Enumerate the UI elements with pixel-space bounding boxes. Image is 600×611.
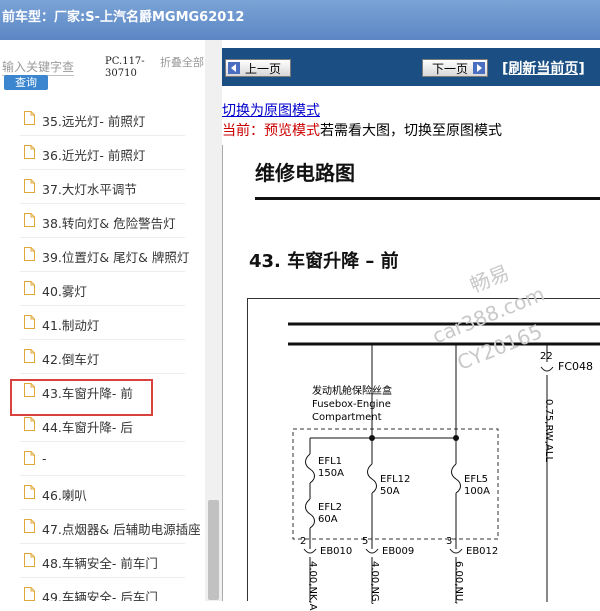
- search-input[interactable]: [2, 58, 74, 76]
- sidebar-item[interactable]: 48.车辆安全- 前车门: [0, 544, 205, 578]
- sidebar: 查询 PC.117-30710 折叠全部 35.远光灯- 前照灯 36.近光灯-…: [0, 40, 222, 601]
- document-icon: [24, 179, 35, 193]
- document-icon: [24, 553, 35, 567]
- pin-connector-id: EB012: [466, 546, 499, 557]
- sidebar-item[interactable]: 46.喇叭: [0, 476, 205, 510]
- pin-wire-label: 6.00,NU,: [453, 561, 464, 605]
- sidebar-item-label: 38.转向灯& 危险警告灯: [42, 216, 176, 231]
- fuse-name: EFL5: [464, 474, 489, 485]
- fusebox-label-en2: Compartment: [312, 412, 382, 423]
- next-page-button[interactable]: 下一页: [422, 59, 488, 77]
- document-icon: [24, 519, 35, 533]
- sidebar-item-label: 36.近光灯- 前照灯: [42, 148, 146, 163]
- sidebar-item[interactable]: 41.制动灯: [0, 306, 205, 340]
- sidebar-item[interactable]: 40.雾灯: [0, 272, 205, 306]
- fusebox-label: 发动机舱保险丝盒 Fusebox-Engine Compartment: [312, 385, 392, 424]
- fuse-rating: 50A: [380, 486, 400, 497]
- next-page-label: 下一页: [432, 62, 469, 76]
- pin-label: 3: [446, 536, 453, 547]
- sidebar-item[interactable]: 49.车辆安全- 后车门: [0, 578, 205, 601]
- fuse-efl12: EFL12 50A: [380, 474, 410, 498]
- prev-page-button[interactable]: 上一页: [225, 59, 291, 77]
- mode-hint: 若需看大图，切换至原图模式: [320, 123, 502, 139]
- sidebar-item[interactable]: 36.近光灯- 前照灯: [0, 136, 205, 170]
- sidebar-item-label: 40.雾灯: [42, 284, 87, 299]
- document-icon: [24, 587, 35, 601]
- sidebar-item-label: 39.位置灯& 尾灯& 牌照灯: [42, 250, 190, 265]
- sidebar-item-label: 35.远光灯- 前照灯: [42, 114, 146, 129]
- top-wire-label: 0.75,RW,ALL: [543, 399, 554, 463]
- fuse-rating: 60A: [318, 514, 338, 525]
- window-titlebar: 前车型：厂家:S-上汽名爵MGMG62012: [0, 0, 600, 40]
- fuse-efl2: EFL2 60A: [318, 502, 342, 526]
- fuse-rating: 100A: [464, 486, 490, 497]
- pin-wire-label: 4.00,NK,A: [307, 561, 318, 611]
- document-icon: [24, 247, 35, 261]
- sidebar-item[interactable]: 38.转向灯& 危险警告灯: [0, 204, 205, 238]
- fuse-rating: 150A: [318, 468, 344, 479]
- sidebar-item[interactable]: 42.倒车灯: [0, 340, 205, 374]
- pc-code: PC.117-30710: [105, 56, 145, 79]
- refresh-link[interactable]: [刷新当前页]: [502, 58, 585, 78]
- sidebar-header: 查询 PC.117-30710 折叠全部: [0, 40, 222, 102]
- fuse-efl1: EFL1 150A: [318, 456, 344, 480]
- document-icon: [24, 281, 35, 295]
- fusebox-label-en1: Fusebox-Engine: [312, 399, 391, 410]
- document-icon: [24, 145, 35, 159]
- sidebar-item-label: -: [42, 451, 47, 466]
- sidebar-scrollbar[interactable]: [205, 40, 222, 601]
- selection-highlight: [10, 379, 153, 416]
- document-icon: [24, 349, 35, 363]
- doc-title: 维修电路图: [255, 161, 355, 185]
- sidebar-item[interactable]: -: [0, 442, 205, 476]
- section-title: 43. 车窗升降 – 前: [249, 251, 399, 272]
- sidebar-item-label: 47.点烟器& 后辅助电源插座: [42, 522, 201, 537]
- document-icon: [24, 213, 35, 227]
- fuse-efl5: EFL5 100A: [464, 474, 490, 498]
- arrow-right-icon: [473, 62, 485, 74]
- fuse-name: EFL1: [318, 456, 343, 467]
- sidebar-item-label: 49.车辆安全- 后车门: [42, 590, 158, 601]
- top-pin: 22: [540, 351, 553, 362]
- document-icon: [24, 111, 35, 125]
- sidebar-item-label: 42.倒车灯: [42, 352, 100, 367]
- page-toolbar: 上一页 下一页 [刷新当前页]: [222, 48, 600, 86]
- pin-connector-id: EB010: [320, 546, 353, 557]
- pin-wire-label: 4.00,NG,: [369, 561, 380, 605]
- document-icon: [24, 485, 35, 499]
- mode-prefix: 当前：预览模式: [222, 123, 320, 139]
- sidebar-item-label: 48.车辆安全- 前车门: [42, 556, 158, 571]
- scrollbar-thumb[interactable]: [208, 500, 219, 600]
- sidebar-item-label: 44.车窗升降- 后: [42, 420, 133, 435]
- fusebox-label-cn: 发动机舱保险丝盒: [312, 386, 392, 397]
- mode-status: 当前：预览模式若需看大图，切换至原图模式: [222, 120, 502, 140]
- doc-title-rule: [255, 197, 600, 200]
- pin-label: 5: [362, 536, 369, 547]
- watermark-cn: 畅易: [466, 260, 513, 298]
- query-button[interactable]: 查询: [4, 75, 48, 90]
- sidebar-item[interactable]: 37.大灯水平调节: [0, 170, 205, 204]
- sidebar-item[interactable]: 47.点烟器& 后辅助电源插座: [0, 510, 205, 544]
- sidebar-item[interactable]: 35.远光灯- 前照灯: [0, 102, 205, 136]
- sidebar-item-label: 46.喇叭: [42, 488, 87, 503]
- fold-all-button[interactable]: 折叠全部: [160, 56, 204, 69]
- pin-label: 2: [300, 536, 307, 547]
- fuse-name: EFL12: [380, 474, 411, 485]
- document-page: 维修电路图 43. 车窗升降 – 前 22 FC048 0.75,RW,ALL …: [222, 145, 600, 611]
- top-connector-id: FC048: [558, 360, 594, 373]
- wiring-diagram: 22 FC048 0.75,RW,ALL 发动机舱保险丝盒 Fusebox-En…: [247, 298, 600, 611]
- fuse-name: EFL2: [318, 502, 343, 513]
- window-title: 前车型：厂家:S-上汽名爵MGMG62012: [2, 10, 245, 25]
- sidebar-item[interactable]: 39.位置灯& 尾灯& 牌照灯: [0, 238, 205, 272]
- arrow-left-icon: [228, 62, 240, 74]
- sidebar-item-label: 41.制动灯: [42, 318, 100, 333]
- sidebar-item-label: 37.大灯水平调节: [42, 182, 137, 197]
- document-icon: [24, 315, 35, 329]
- prev-page-label: 上一页: [245, 62, 282, 76]
- document-icon: [24, 451, 35, 465]
- switch-original-link[interactable]: 切换为原图模式: [222, 100, 320, 120]
- document-icon: [24, 417, 35, 431]
- pin-connector-id: EB009: [382, 546, 415, 557]
